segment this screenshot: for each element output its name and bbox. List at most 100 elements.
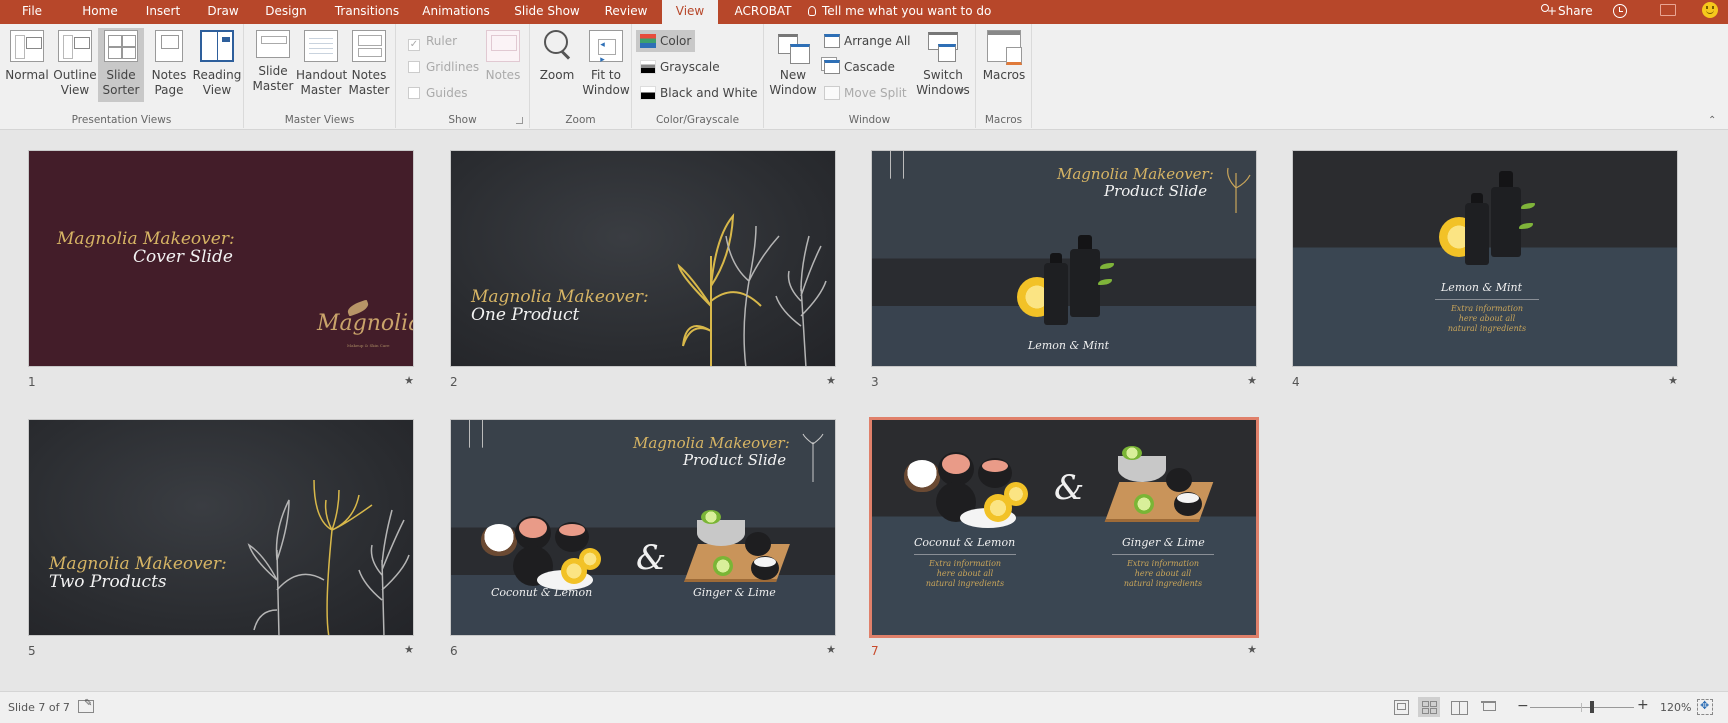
zoom-in-button[interactable]: +: [1637, 697, 1649, 713]
fit-slide-to-window-icon[interactable]: [1697, 699, 1713, 715]
notes-page-button[interactable]: Notes Page: [146, 28, 192, 102]
tab-acrobat[interactable]: ACROBAT: [730, 0, 796, 24]
ruler-checkbox[interactable]: ✓ Ruler: [404, 30, 461, 52]
slide-thumbnail-2[interactable]: Magnolia Makeover: One Product 2 ★: [450, 150, 836, 390]
slide-6-canvas[interactable]: Magnolia Makeover: Product Slide & Cocon…: [450, 419, 836, 636]
slide-show-status-button[interactable]: [1478, 697, 1500, 717]
normal-view-button[interactable]: Normal: [4, 28, 50, 102]
cascade-button[interactable]: Cascade: [820, 56, 899, 78]
add-person-icon: [1540, 0, 1557, 22]
slide-sorter-status-button[interactable]: [1418, 697, 1440, 717]
slide-number: 1: [28, 375, 36, 389]
lightbulb-icon: [808, 6, 816, 16]
slide-thumbnail-4[interactable]: Lemon & Mint Extra information here abou…: [1292, 150, 1678, 390]
tab-design[interactable]: Design: [258, 0, 314, 24]
slide-thumbnail-6[interactable]: Magnolia Makeover: Product Slide & Cocon…: [450, 419, 836, 659]
slide-7-canvas[interactable]: & Coconut & Lemon Extra information here…: [869, 417, 1259, 638]
jar-lid: [982, 460, 1008, 472]
move-split-button[interactable]: Move Split: [820, 82, 911, 104]
tell-me-search[interactable]: Tell me what you want to do: [808, 0, 991, 24]
arrange-all-label: Arrange All: [844, 34, 911, 48]
slide-2-canvas[interactable]: Magnolia Makeover: One Product: [450, 150, 836, 367]
animation-star-icon[interactable]: ★: [1247, 374, 1257, 387]
arrange-all-icon: [824, 34, 840, 48]
outline-view-button[interactable]: Outline View: [52, 28, 98, 102]
slide-title-line2: Product Slide: [683, 451, 787, 469]
share-button[interactable]: Share: [1540, 0, 1593, 24]
tab-slide-show[interactable]: Slide Show: [508, 0, 586, 24]
guides-checkbox[interactable]: Guides: [404, 82, 472, 104]
tab-view[interactable]: View: [662, 0, 718, 24]
reading-view-button[interactable]: Reading View: [192, 28, 242, 102]
new-window-button[interactable]: New Window: [768, 28, 818, 102]
product-b-name: Ginger & Lime: [1122, 536, 1205, 549]
zoom-button[interactable]: Zoom: [534, 28, 580, 102]
notes-master-button[interactable]: Notes Master: [346, 28, 392, 102]
chalk-plants-illustration: [247, 479, 410, 635]
tab-draw[interactable]: Draw: [200, 0, 246, 24]
zoom-slider[interactable]: [1530, 707, 1634, 708]
bottle-cap: [1050, 253, 1062, 263]
divider: [1112, 554, 1214, 555]
animation-star-icon[interactable]: ★: [1247, 643, 1257, 656]
normal-view-status-button[interactable]: [1390, 697, 1412, 717]
slide-master-button[interactable]: Slide Master: [250, 28, 296, 102]
zoom-out-button[interactable]: −: [1517, 698, 1529, 714]
zoom-slider-thumb[interactable]: [1590, 701, 1595, 713]
zoom-level[interactable]: 120%: [1660, 701, 1691, 714]
notes-toggle-icon[interactable]: [78, 698, 94, 713]
macros-button[interactable]: Macros: [980, 28, 1028, 102]
black-and-white-button[interactable]: Black and White: [636, 82, 762, 104]
jar-lid: [519, 518, 547, 538]
tab-insert[interactable]: Insert: [138, 0, 188, 24]
ruler-label: Ruler: [426, 34, 458, 48]
group-label: Zoom: [565, 114, 596, 126]
tab-animations[interactable]: Animations: [418, 0, 494, 24]
product-a-name: Coconut & Lemon: [914, 536, 1016, 549]
slide-3-canvas[interactable]: Magnolia Makeover: Product Slide Lemon &…: [871, 150, 1257, 367]
comments-icon[interactable]: [1660, 4, 1676, 16]
animation-star-icon[interactable]: ★: [404, 643, 414, 656]
slide-5-canvas[interactable]: Magnolia Makeover: Two Products: [28, 419, 414, 636]
slide-thumbnail-3[interactable]: Magnolia Makeover: Product Slide Lemon &…: [871, 150, 1257, 390]
small-bottle-image: [1465, 203, 1489, 265]
reading-view-status-button[interactable]: [1448, 697, 1470, 717]
group-zoom: Zoom Fit to Window Zoom: [530, 24, 632, 128]
plant-sketch-icon: [1227, 167, 1251, 213]
checkmark-icon: ✓: [408, 39, 420, 51]
zoom-slider-center-mark: [1581, 703, 1582, 712]
animation-star-icon[interactable]: ★: [404, 374, 414, 387]
animation-star-icon[interactable]: ★: [826, 374, 836, 387]
slide-sorter-button[interactable]: Slide Sorter: [98, 28, 144, 102]
fit-to-window-button[interactable]: Fit to Window: [582, 28, 630, 102]
product-a-name: Coconut & Lemon: [491, 586, 593, 599]
slide-title-line1: Magnolia Makeover:: [471, 287, 649, 307]
slide-thumbnail-7[interactable]: & Coconut & Lemon Extra information here…: [869, 417, 1259, 659]
slide-4-canvas[interactable]: Lemon & Mint Extra information here abou…: [1292, 150, 1678, 367]
slide-thumbnail-1[interactable]: Magnolia Makeover: Cover Slide Magnolia …: [28, 150, 414, 390]
color-button[interactable]: Color: [636, 30, 696, 52]
grayscale-button[interactable]: Grayscale: [636, 56, 724, 78]
animation-star-icon[interactable]: ★: [1668, 374, 1678, 387]
tab-review[interactable]: Review: [598, 0, 654, 24]
notes-button[interactable]: Notes: [480, 28, 526, 102]
slide-1-canvas[interactable]: Magnolia Makeover: Cover Slide Magnolia …: [28, 150, 414, 367]
group-label: Window: [848, 114, 891, 126]
slide-thumbnail-5[interactable]: Magnolia Makeover: Two Products 5 ★: [28, 419, 414, 659]
animation-star-icon[interactable]: ★: [826, 643, 836, 656]
tab-transitions[interactable]: Transitions: [328, 0, 406, 24]
tab-file[interactable]: File: [10, 0, 54, 24]
handout-master-button[interactable]: Handout Master: [296, 28, 347, 102]
tab-home[interactable]: Home: [74, 0, 126, 24]
arrange-all-button[interactable]: Arrange All: [820, 30, 915, 52]
gridlines-checkbox[interactable]: Gridlines: [404, 56, 483, 78]
slide-title-line1: Magnolia Makeover:: [1057, 165, 1214, 183]
dialog-launcher-icon[interactable]: [516, 117, 523, 124]
feedback-smiley-icon[interactable]: [1702, 2, 1718, 18]
magnolia-logo: Magnolia: [317, 311, 414, 336]
lime-slice-image: [1134, 494, 1154, 514]
collapse-ribbon-icon[interactable]: ⌃: [1708, 116, 1718, 126]
history-icon[interactable]: [1613, 4, 1627, 18]
slide-title-line1: Magnolia Makeover:: [49, 554, 227, 574]
share-label: Share: [1558, 4, 1593, 18]
